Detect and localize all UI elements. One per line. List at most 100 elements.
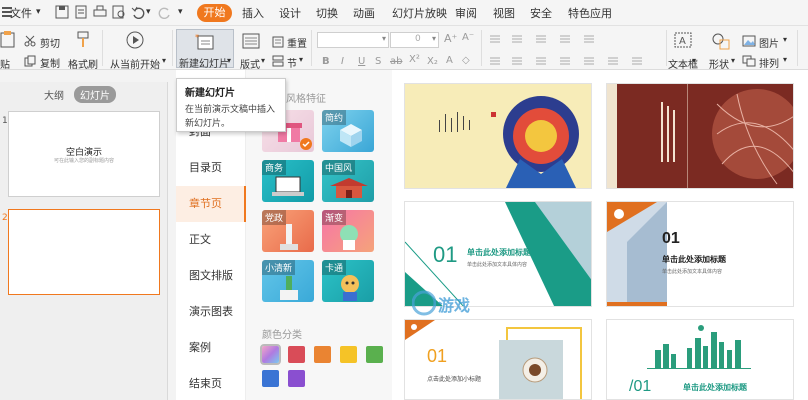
slide-thumbnail-1[interactable]: 空白演示 可在此输入您的副标题内容 [8, 111, 160, 197]
picture-dropdown-icon[interactable]: ▾ [783, 35, 787, 44]
watermark-logo-icon [412, 290, 436, 316]
strikethrough-icon[interactable]: ab [390, 56, 402, 67]
save-icon[interactable] [55, 5, 69, 19]
layout-icon[interactable] [242, 33, 260, 49]
export-pdf-icon[interactable] [74, 5, 88, 19]
color-swatch[interactable] [288, 370, 305, 387]
subscript-icon[interactable]: X₂ [427, 56, 438, 67]
font-size-dropdown-icon[interactable]: ▾ [432, 34, 436, 43]
layout-dropdown-icon[interactable]: ▾ [261, 56, 265, 65]
tab-design[interactable]: 设计 [279, 5, 301, 21]
template-thumbnail-1[interactable] [404, 83, 592, 189]
play-dropdown-icon[interactable]: ▾ [162, 56, 166, 65]
superscript-icon[interactable]: X² [409, 54, 420, 65]
font-size-input[interactable]: 0 ▾ [390, 32, 439, 48]
template-artwork [439, 96, 579, 188]
copy-button[interactable]: 复制 [40, 55, 60, 70]
print-preview-icon[interactable] [112, 5, 126, 19]
tab-slideshow[interactable]: 幻灯片放映 [392, 5, 447, 21]
color-swatch[interactable] [366, 346, 383, 363]
file-menu[interactable]: 文件 [10, 5, 32, 21]
arrange-dropdown-icon[interactable]: ▾ [783, 55, 787, 64]
format-painter-icon[interactable] [75, 31, 91, 49]
tab-slides[interactable]: 幻灯片 [74, 86, 116, 103]
tab-review[interactable]: 审阅 [455, 5, 477, 21]
shape-button[interactable]: 形状 [709, 56, 729, 71]
font-name-input[interactable]: ▾ [317, 32, 389, 48]
font-color-icon[interactable]: A [446, 55, 453, 66]
template-thumbnail-6[interactable]: /01 单击此处添加标题 [606, 319, 794, 400]
underline-icon[interactable]: U [358, 56, 365, 67]
section-button[interactable]: 节 [287, 55, 297, 70]
paste-label[interactable]: 贴 [0, 56, 10, 71]
color-swatch[interactable] [340, 346, 357, 363]
reset-button[interactable]: 重置 [287, 35, 307, 50]
picture-icon[interactable] [742, 35, 756, 47]
shadow-icon[interactable]: S [375, 56, 381, 67]
cut-button[interactable]: 剪切 [40, 35, 60, 50]
color-swatch[interactable] [314, 346, 331, 363]
slide-thumbnail-2[interactable] [8, 209, 160, 295]
quick-access-dropdown-icon[interactable]: ▾ [178, 7, 183, 17]
cut-icon[interactable] [24, 35, 36, 47]
grow-font-icon[interactable]: A⁺ [444, 32, 457, 45]
picture-button[interactable]: 图片 [759, 35, 779, 50]
tab-insert[interactable]: 插入 [242, 5, 264, 21]
template-thumbnail-2[interactable] [606, 83, 794, 189]
shape-icon[interactable] [711, 32, 731, 50]
shrink-font-icon[interactable]: A⁻ [462, 32, 474, 43]
play-from-current-icon[interactable] [126, 31, 144, 49]
style-tile-party[interactable]: 党政 [262, 210, 314, 252]
style-tile-gradient[interactable]: 渐变 [322, 210, 374, 252]
category-ending[interactable]: 结束页 [176, 366, 246, 400]
textbox-icon[interactable]: A [674, 32, 692, 48]
undo-icon[interactable] [131, 5, 145, 19]
play-from-current-button[interactable]: 从当前开始 [110, 56, 160, 71]
color-swatch[interactable] [288, 346, 305, 363]
style-tile-simple[interactable]: 简约 [322, 110, 374, 152]
bold-icon[interactable]: B [322, 56, 330, 67]
arrange-icon[interactable] [742, 55, 756, 67]
template-thumbnail-4[interactable]: 01 单击此处添加标题 单击此处添加文本具体内容 [606, 201, 794, 307]
tab-transition[interactable]: 切换 [316, 5, 338, 21]
tab-animation[interactable]: 动画 [353, 5, 375, 21]
category-image-text[interactable]: 图文排版 [176, 258, 246, 294]
category-toc[interactable]: 目录页 [176, 150, 246, 186]
clear-format-icon[interactable]: ◇ [462, 55, 470, 66]
copy-icon[interactable] [24, 55, 36, 67]
shape-dropdown-icon[interactable]: ▾ [731, 56, 735, 65]
section-icon[interactable] [272, 55, 284, 67]
tab-home[interactable]: 开始 [197, 4, 232, 22]
style-tile-business[interactable]: 商务 [262, 160, 314, 202]
textbox-dropdown-icon[interactable]: ▾ [692, 56, 696, 65]
undo-dropdown-icon[interactable]: ▾ [146, 7, 151, 17]
category-chart[interactable]: 演示图表 [176, 294, 246, 330]
paragraph-tools-icon[interactable] [490, 34, 665, 66]
format-painter-button[interactable]: 格式刷 [68, 56, 98, 71]
paste-icon[interactable] [0, 30, 16, 48]
file-dropdown-icon[interactable]: ▾ [36, 7, 41, 17]
tab-features[interactable]: 特色应用 [568, 5, 612, 21]
category-body[interactable]: 正文 [176, 222, 246, 258]
print-icon[interactable] [93, 5, 107, 19]
section-dropdown-icon[interactable]: ▾ [299, 55, 303, 64]
new-slide-button[interactable]: * 新建幻灯片 ▾ [176, 29, 234, 70]
tab-outline[interactable]: 大纲 [44, 87, 64, 102]
color-swatch[interactable] [260, 344, 281, 365]
category-section[interactable]: 章节页 [176, 186, 246, 222]
template-thumbnail-5[interactable]: 01 点击此处添加小标题 [404, 319, 592, 400]
arrange-button[interactable]: 排列 [759, 55, 779, 70]
layout-button[interactable]: 版式 [240, 56, 260, 71]
reset-icon[interactable] [272, 36, 284, 48]
italic-icon[interactable]: I [341, 56, 344, 67]
style-tile-chinese[interactable]: 中国风 [322, 160, 374, 202]
style-tile-fresh[interactable]: 小清新 [262, 260, 314, 302]
slide-number: 1 [2, 116, 8, 126]
tab-view[interactable]: 视图 [493, 5, 515, 21]
style-tile-cartoon[interactable]: 卡通 [322, 260, 374, 302]
color-swatch[interactable] [262, 370, 279, 387]
redo-icon[interactable] [158, 5, 172, 19]
font-dropdown-icon[interactable]: ▾ [382, 34, 386, 43]
tab-security[interactable]: 安全 [530, 5, 552, 21]
category-case[interactable]: 案例 [176, 330, 246, 366]
